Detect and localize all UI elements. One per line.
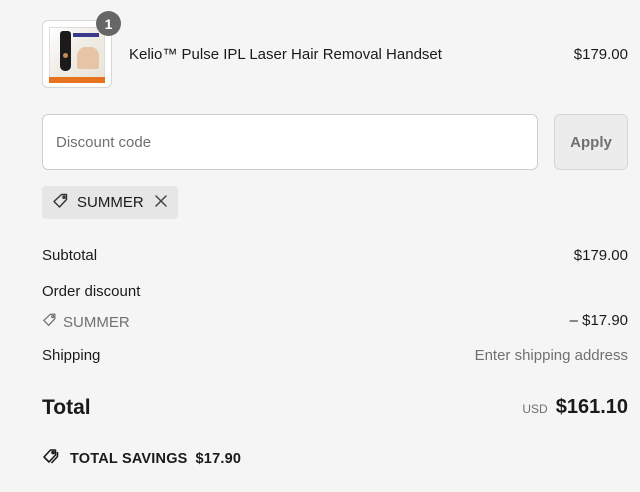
tag-icon [42, 312, 58, 332]
subtotal-value: $179.00 [573, 247, 628, 264]
subtotal-label: Subtotal [42, 247, 98, 264]
quantity-badge: 1 [96, 11, 121, 36]
applied-code-label: SUMMER [77, 194, 144, 211]
tags-icon [42, 448, 62, 470]
product-price: $179.00 [573, 46, 628, 63]
order-discount-code-label: SUMMER [63, 313, 130, 331]
applied-discount-chip: SUMMER [42, 186, 178, 219]
handset-image [60, 31, 71, 71]
total-savings-value: $17.90 [195, 451, 242, 467]
currency-code: USD [522, 402, 548, 416]
discount-amount: – $17.90 [569, 312, 628, 329]
shipping-label: Shipping [42, 347, 101, 364]
close-icon [154, 194, 168, 212]
total-amount: USD $161.10 [522, 396, 628, 419]
apply-button[interactable]: Apply [554, 114, 628, 170]
box-band [49, 77, 105, 83]
order-discount-code: SUMMER [42, 312, 130, 332]
remove-discount-button[interactable] [154, 194, 168, 212]
total-savings-label: TOTAL SAVINGS [70, 451, 188, 467]
model-image [77, 47, 99, 69]
total-savings: TOTAL SAVINGS $17.90 [42, 448, 241, 470]
product-name: Kelio™ Pulse IPL Laser Hair Removal Hand… [129, 46, 442, 63]
total-label: Total [42, 396, 91, 419]
box-stripe [73, 33, 99, 37]
tag-icon [52, 192, 70, 214]
total-value: $161.10 [555, 396, 628, 418]
discount-code-input[interactable] [42, 114, 538, 170]
order-discount-label: Order discount [42, 283, 141, 300]
shipping-value: Enter shipping address [474, 347, 628, 364]
